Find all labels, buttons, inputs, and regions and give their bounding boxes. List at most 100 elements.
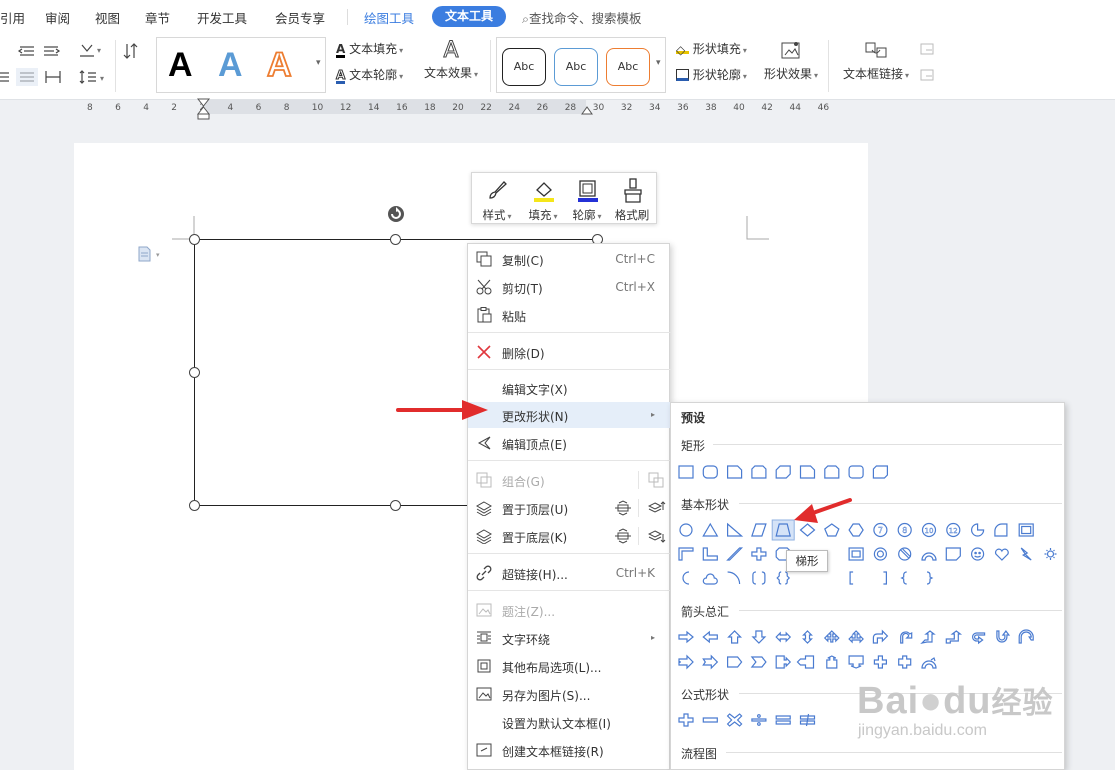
- paragraph-tools-icon[interactable]: ▾▾: [0, 36, 150, 92]
- shape-option[interactable]: [926, 571, 934, 585]
- text-style-orange-outline[interactable]: A: [266, 45, 292, 85]
- resize-handle-sw[interactable]: [189, 500, 200, 511]
- menu-item-paste[interactable]: 粘贴: [468, 302, 671, 328]
- send-backward-icon[interactable]: [614, 528, 632, 544]
- shape-option[interactable]: [898, 547, 912, 561]
- shape-outline-button[interactable]: 形状轮廓 ▾: [676, 66, 747, 83]
- menu-item-create-link[interactable]: 创建文本框链接(R): [468, 737, 671, 763]
- shape-option[interactable]: [678, 465, 694, 479]
- menu-item-hyperlink[interactable]: 超链接(H)... Ctrl+K: [468, 560, 671, 586]
- shape-option[interactable]: [996, 630, 1011, 643]
- bring-to-top-icon[interactable]: [648, 500, 666, 516]
- shape-option[interactable]: [678, 713, 694, 727]
- shape-option[interactable]: [799, 713, 816, 727]
- outline-button[interactable]: 轮廓 ▾: [564, 173, 610, 225]
- shape-option[interactable]: [945, 547, 961, 561]
- shape-option[interactable]: [702, 573, 718, 585]
- shape-option[interactable]: [751, 465, 767, 479]
- shape-option[interactable]: [702, 547, 718, 561]
- shape-option[interactable]: 12: [946, 522, 961, 538]
- shape-option[interactable]: [1018, 523, 1034, 537]
- menu-item-edit-points[interactable]: 编辑顶点(E): [468, 430, 671, 456]
- shape-option[interactable]: [775, 715, 791, 725]
- tab-view[interactable]: 视图: [95, 8, 120, 27]
- shape-option[interactable]: [849, 571, 854, 585]
- shape-option[interactable]: [971, 547, 985, 561]
- shape-option[interactable]: [921, 657, 937, 669]
- shape-option[interactable]: [678, 654, 694, 670]
- menu-item-bring-front[interactable]: 置于顶层(U): [468, 495, 671, 521]
- shape-option[interactable]: [972, 632, 986, 645]
- menu-item-change-shape[interactable]: 更改形状(N) ▸: [468, 402, 671, 428]
- shape-fill-button[interactable]: ◇ 形状填充 ▾: [676, 40, 747, 57]
- tab-review[interactable]: 审阅: [45, 8, 70, 27]
- shape-option[interactable]: 10: [921, 522, 937, 538]
- right-indent-marker-icon[interactable]: [581, 100, 593, 116]
- shape-option[interactable]: [796, 655, 815, 669]
- menu-item-edit-text[interactable]: 编辑文字(X): [468, 375, 671, 401]
- shape-option[interactable]: [726, 465, 743, 479]
- gallery-more-icon[interactable]: ▾: [316, 58, 321, 68]
- shape-option[interactable]: [872, 465, 888, 479]
- shape-option[interactable]: [727, 571, 741, 585]
- tab-drawing-tools[interactable]: 绘图工具: [364, 8, 414, 27]
- shape-option[interactable]: [971, 523, 985, 537]
- shape-option[interactable]: [1018, 629, 1034, 644]
- shape-option[interactable]: [848, 465, 864, 479]
- shape-option[interactable]: [799, 465, 816, 479]
- search-box[interactable]: ⌕查找命令、搜索模板: [522, 8, 642, 27]
- shape-option[interactable]: [824, 523, 840, 537]
- style-button[interactable]: 样式 ▾: [474, 173, 520, 225]
- text-style-black[interactable]: A: [168, 46, 193, 85]
- shape-option[interactable]: [702, 465, 718, 479]
- tab-references[interactable]: 引用: [0, 8, 25, 27]
- shape-option[interactable]: [921, 552, 937, 561]
- shape-option[interactable]: [751, 523, 767, 537]
- shape-option[interactable]: [920, 630, 936, 644]
- shape-option[interactable]: [873, 655, 887, 669]
- text-fill-button[interactable]: A 文本填充 ▾: [336, 40, 403, 58]
- shape-effect-button[interactable]: 形状效果 ▾: [761, 38, 821, 82]
- layout-options-icon[interactable]: ▾: [136, 246, 166, 264]
- format-brush-button[interactable]: 格式刷: [608, 173, 656, 225]
- shape-option[interactable]: [848, 547, 864, 561]
- shape-option[interactable]: [900, 631, 913, 644]
- tab-member[interactable]: 会员专享: [275, 8, 325, 27]
- shape-option[interactable]: [751, 547, 767, 561]
- shape-option[interactable]: [751, 714, 767, 726]
- shape-option[interactable]: [751, 630, 767, 644]
- shape-option[interactable]: [775, 655, 792, 669]
- resize-handle-w[interactable]: [189, 367, 200, 378]
- shape-option[interactable]: [883, 571, 887, 585]
- send-to-bottom-icon[interactable]: [648, 528, 666, 544]
- resize-handle-s[interactable]: [390, 500, 401, 511]
- shape-option[interactable]: [726, 522, 744, 537]
- shape-style-blue[interactable]: Abc: [554, 48, 598, 86]
- shape-option[interactable]: [682, 571, 690, 585]
- menu-item-cut[interactable]: 剪切(T) Ctrl+X: [468, 274, 671, 300]
- fill-button[interactable]: 填充 ▾: [520, 173, 566, 225]
- resize-handle-nw[interactable]: [189, 234, 200, 245]
- rotate-handle-icon[interactable]: [386, 204, 406, 224]
- menu-item-caption[interactable]: 题注(Z)...: [468, 597, 671, 623]
- text-outline-button[interactable]: A 文本轮廓 ▾: [335, 66, 403, 84]
- shape-option[interactable]: [898, 655, 912, 669]
- shape-option[interactable]: [678, 547, 694, 561]
- shape-option[interactable]: [726, 547, 744, 561]
- shape-style-orange[interactable]: Abc: [606, 48, 650, 86]
- shape-option[interactable]: [776, 571, 791, 585]
- menu-item-layout-options[interactable]: 其他布局选项(L)...: [468, 653, 671, 679]
- shape-option[interactable]: [750, 656, 767, 668]
- shape-style-black[interactable]: Abc: [502, 48, 546, 86]
- menu-item-group[interactable]: 组合(G): [468, 467, 671, 493]
- menu-item-text-wrap[interactable]: 文字环绕 ▸: [468, 625, 671, 651]
- gallery-more-icon[interactable]: ▾: [656, 58, 661, 68]
- shape-option[interactable]: 7: [873, 522, 888, 538]
- shape-option[interactable]: [775, 465, 791, 479]
- shape-option[interactable]: [848, 655, 864, 669]
- shape-option[interactable]: [679, 523, 693, 537]
- shape-option[interactable]: 8: [897, 522, 912, 538]
- shape-option[interactable]: [678, 630, 694, 644]
- shape-option[interactable]: [824, 465, 840, 479]
- shape-option[interactable]: [994, 548, 1009, 561]
